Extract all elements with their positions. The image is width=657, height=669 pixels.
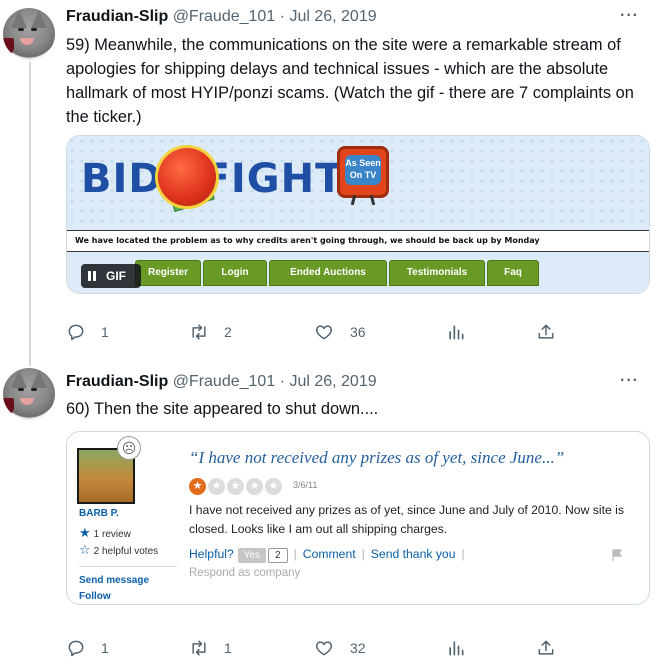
flag-icon: [612, 549, 623, 561]
tweet-header: Fraudian-Slip @Fraude_101 · Jul 26, 2019: [66, 7, 377, 27]
share-icon: [538, 640, 554, 655]
nav-ended-auctions: Ended Auctions: [269, 260, 387, 286]
retweet-count: 1: [224, 640, 232, 656]
avatar[interactable]: [3, 8, 55, 60]
logo-bid: BID: [81, 156, 163, 202]
gif-media[interactable]: BID FIGHT As Seen On TV We have located th…: [66, 135, 650, 294]
gif-pause-button[interactable]: GIF: [81, 264, 141, 288]
nav-login: Login: [203, 260, 267, 286]
tweet-actions: 1 1 32: [66, 637, 650, 659]
analytics-icon: [449, 325, 464, 340]
share-icon: [538, 324, 554, 339]
comment-link: Comment: [302, 547, 356, 561]
tweet-59[interactable]: Fraudian-Slip @Fraude_101 · Jul 26, 2019…: [0, 0, 657, 358]
helpful-votes: ☆ 2 helpful votes: [79, 542, 159, 557]
rating-star-icon: ★: [246, 478, 263, 495]
tweet-actions: 1 2 36: [66, 321, 650, 343]
notice-ticker: We have located the problem as to why cr…: [67, 230, 649, 252]
logo-fight: FIGHT: [202, 156, 344, 202]
tweet-text: 59) Meanwhile, the communications on the…: [66, 36, 634, 126]
gif-label: GIF: [106, 269, 126, 283]
like-icon: [315, 641, 333, 656]
tweet-header: Fraudian-Slip @Fraude_101 · Jul 26, 2019: [66, 372, 377, 392]
retweet-count: 2: [224, 324, 232, 340]
review-date: 3/6/11: [293, 480, 318, 490]
star-rating: ★ ★ ★ ★ ★: [189, 476, 284, 495]
like-count: 36: [350, 324, 366, 340]
helpful-label: Helpful?: [189, 547, 234, 561]
reviewer-name: BARB P.: [79, 508, 119, 519]
boxing-glove-icon: [158, 148, 216, 206]
tweet-text: 60) Then the site appeared to shut down.…: [66, 400, 379, 418]
nav-testimonials: Testimonials: [389, 260, 485, 286]
rating-star-icon: ★: [265, 478, 282, 495]
rating-star-icon: ★: [189, 478, 206, 495]
review-actions: Helpful? Yes 2 | Comment | Send thank you |: [189, 547, 465, 563]
review-count: ★ 1 review: [79, 525, 131, 540]
yes-button: Yes: [237, 548, 267, 563]
tv-text-1: As Seen: [345, 158, 381, 168]
star-icon: ★: [79, 525, 91, 540]
reply-count: 1: [101, 640, 109, 656]
nav-faq: Faq: [487, 260, 539, 286]
analytics-icon: [449, 641, 464, 656]
send-thanks-link: Send thank you: [370, 547, 456, 561]
more-options-icon[interactable]: ···: [620, 372, 639, 390]
author-name[interactable]: Fraudian-Slip: [66, 373, 168, 390]
follow-link: Follow: [79, 591, 111, 602]
author-name[interactable]: Fraudian-Slip: [66, 8, 168, 25]
tv-icon: As Seen On TV: [337, 146, 389, 206]
divider: [79, 566, 177, 567]
retweet-icon: [192, 324, 206, 340]
reply-icon: [68, 640, 84, 657]
like-count: 32: [350, 640, 366, 656]
tv-text-2: On TV: [349, 170, 377, 180]
send-message-link: Send message: [79, 575, 150, 586]
reply-count: 1: [101, 324, 109, 340]
rating-star-icon: ★: [208, 478, 225, 495]
avatar[interactable]: [3, 368, 55, 420]
review-title: “I have not received any prizes as of ye…: [189, 448, 565, 467]
star-outline-icon: ☆: [79, 542, 91, 557]
rating-star-icon: ★: [227, 478, 244, 495]
review-card-media[interactable]: ☹ BARB P. ★ 1 review ☆ 2 helpful votes Sen…: [66, 431, 650, 605]
like-icon: [315, 325, 333, 340]
review-body: I have not received any prizes as of yet…: [189, 503, 624, 536]
tweet-60[interactable]: Fraudian-Slip @Fraude_101 · Jul 26, 2019…: [0, 358, 657, 669]
handle-date[interactable]: @Fraude_101 · Jul 26, 2019: [173, 8, 377, 25]
retweet-icon: [192, 640, 206, 656]
handle-date[interactable]: @Fraude_101 · Jul 26, 2019: [173, 373, 377, 390]
sad-face-icon: ☹: [117, 436, 141, 460]
respond-as-company: Respond as company: [189, 567, 301, 579]
pause-icon: [88, 271, 91, 281]
yes-count: 2: [268, 548, 288, 563]
more-options-icon[interactable]: ···: [620, 7, 639, 25]
nav-register: Register: [135, 260, 201, 286]
reply-icon: [68, 324, 84, 341]
